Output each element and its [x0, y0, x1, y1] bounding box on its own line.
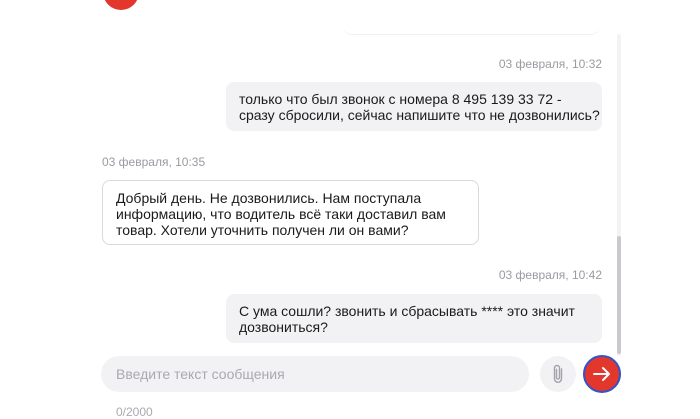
message-input[interactable]: [101, 356, 529, 392]
message-text-line: Добрый день. Не дозвонились. Нам поступа…: [116, 190, 422, 206]
message-text-line: С ума сошли? звонить и сбрасывать **** э…: [239, 303, 575, 319]
paperclip-icon: [553, 364, 563, 384]
outgoing-message: С ума сошли? звонить и сбрасывать **** э…: [226, 294, 602, 343]
message-text-line: информацию, что водитель всё таки достав…: [116, 206, 446, 222]
scrollbar-thumb[interactable]: [617, 236, 621, 354]
chat-window: 03 февраля, 10:32 только что был звонок …: [0, 0, 700, 419]
previous-message-edge: [342, 22, 600, 35]
character-counter: 0/2000: [116, 405, 153, 419]
arrow-right-icon: [593, 367, 610, 381]
avatar: [103, 0, 139, 10]
incoming-message: Добрый день. Не дозвонились. Нам поступа…: [102, 180, 479, 245]
message-text-line: товар. Хотели уточнить получен ли он вам…: [116, 222, 409, 238]
message-timestamp: 03 февраля, 10:42: [498, 268, 602, 282]
message-text-line: дозвониться?: [239, 319, 328, 335]
attach-button[interactable]: [540, 356, 576, 392]
message-timestamp: 03 февраля, 10:32: [498, 57, 602, 71]
message-text-line: сразу сбросили, сейчас напишите что не д…: [239, 107, 600, 123]
outgoing-message: только что был звонок с номера 8 495 139…: [226, 82, 602, 131]
send-button[interactable]: [583, 355, 621, 393]
message-text-line: только что был звонок с номера 8 495 139…: [239, 91, 562, 107]
message-timestamp: 03 февраля, 10:35: [102, 155, 206, 169]
